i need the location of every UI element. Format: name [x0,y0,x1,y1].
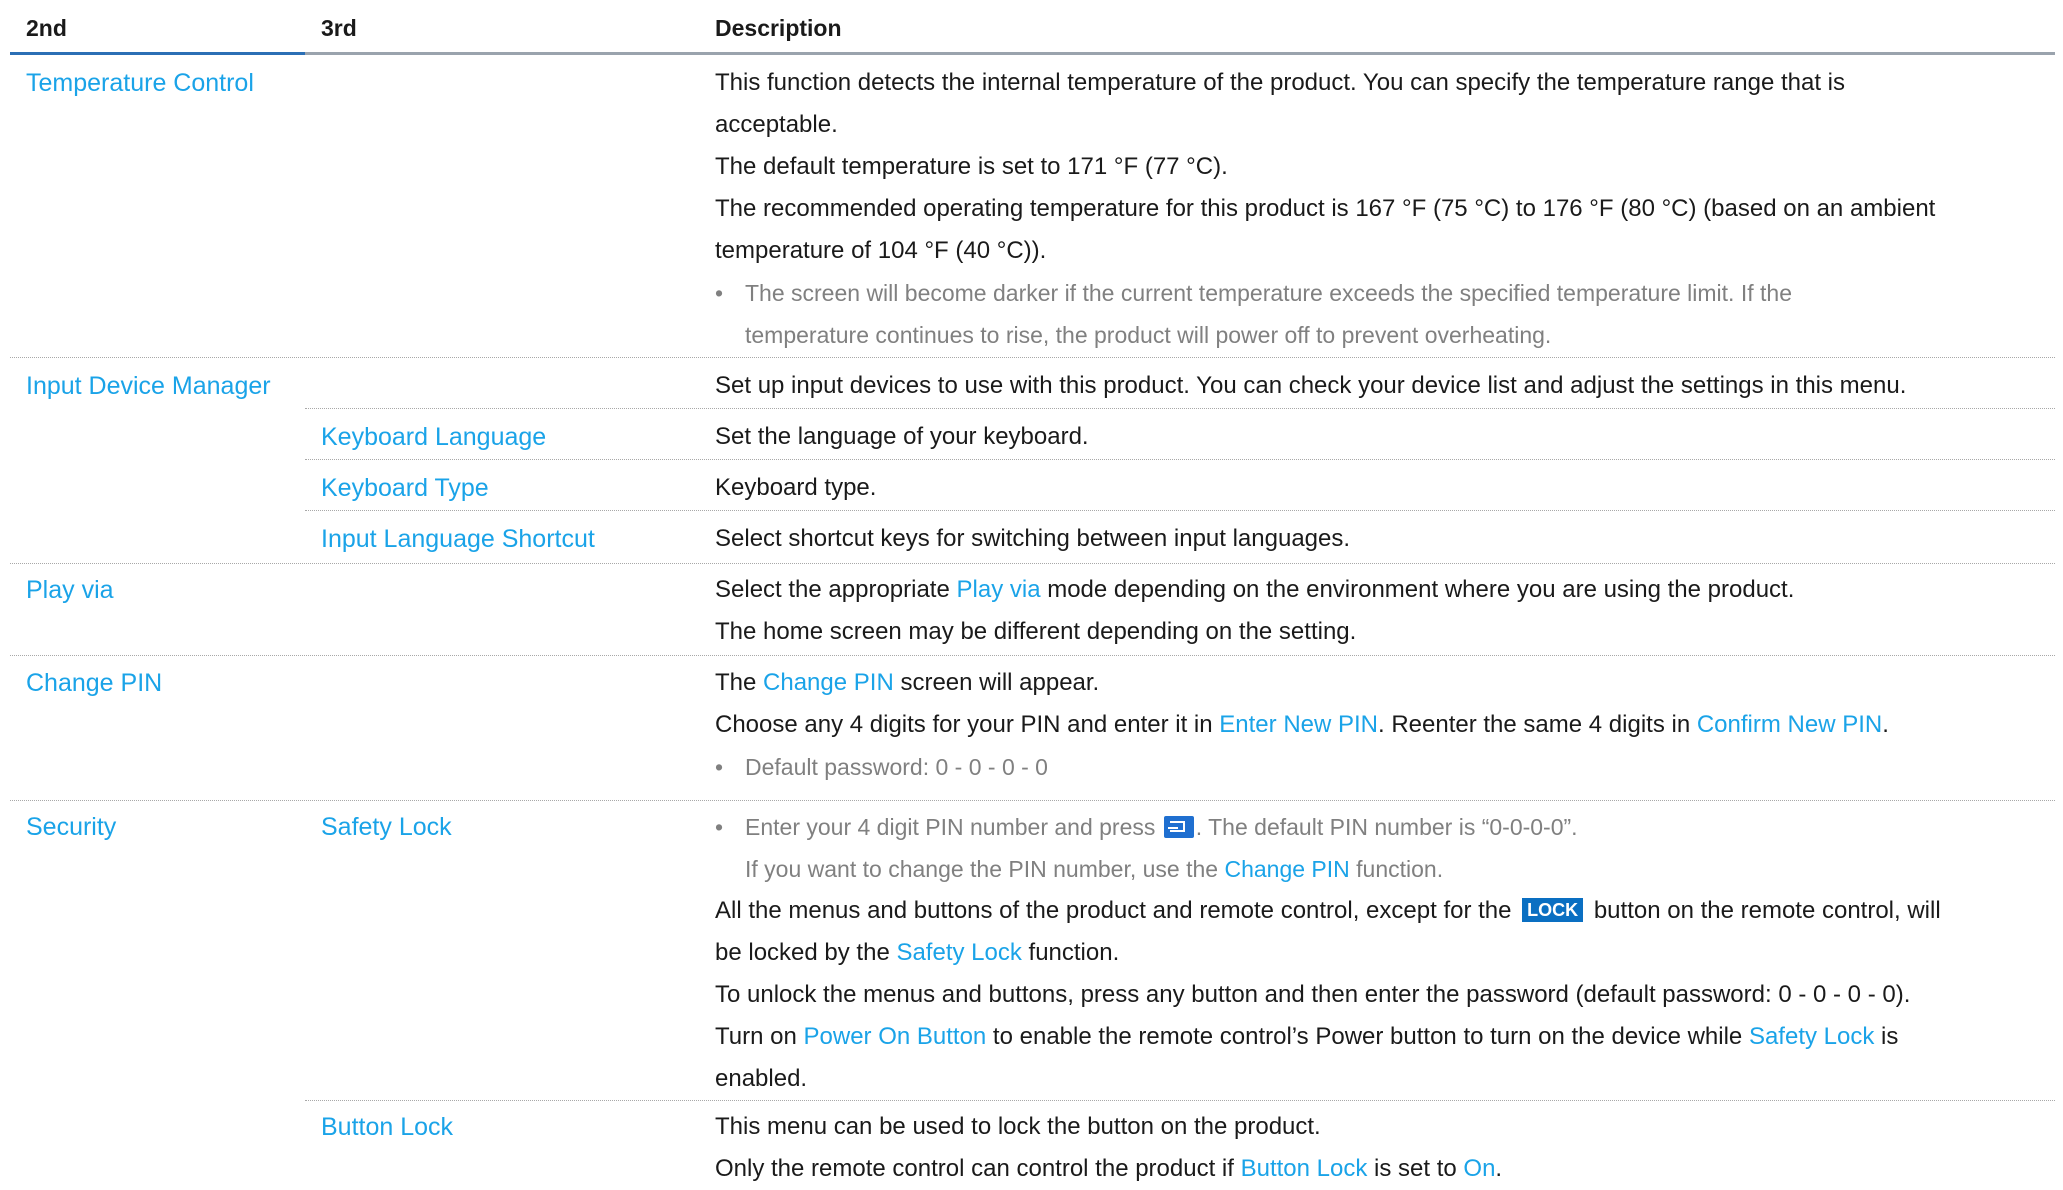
row-divider [10,655,2055,656]
safety-lock-text-1: All the menus and buttons of the product… [715,897,1941,924]
change-pin-note: • Default password: 0 - 0 - 0 - 0 [715,746,2045,788]
row-divider [10,563,2055,564]
row-divider [305,510,2055,511]
safety-lock-description: • Enter your 4 digit PIN number and press… [715,806,2045,1100]
button-lock-link[interactable]: Button Lock [1241,1155,1368,1182]
button-lock-text-1: This menu can be used to lock the button… [715,1113,1321,1140]
safety-lock-note-1: • Enter your 4 digit PIN number and press… [715,806,2045,848]
menu-button-lock[interactable]: Button Lock [321,1106,453,1148]
bullet-icon: • [715,814,724,840]
power-on-button-link[interactable]: Power On Button [804,1023,987,1050]
lock-button-badge: LOCK [1522,898,1584,922]
menu-play-via[interactable]: Play via [26,569,114,611]
menu-security[interactable]: Security [26,806,116,848]
safety-lock-link[interactable]: Safety Lock [896,939,1021,966]
input-device-description: Set up input devices to use with this pr… [715,372,1907,399]
enter-new-pin-link[interactable]: Enter New PIN [1219,711,1378,738]
temperature-text-1b: acceptable. [715,111,838,138]
menu-keyboard-type[interactable]: Keyboard Type [321,467,489,509]
keyboard-type-description: Keyboard type. [715,474,877,501]
menu-safety-lock[interactable]: Safety Lock [321,806,452,848]
temperature-text-2: The default temperature is set to 171 °F… [715,153,1228,180]
play-via-text-2: The home screen may be different dependi… [715,618,1357,645]
temperature-description: This function detects the internal tempe… [715,62,2045,356]
safety-lock-text-5: enabled. [715,1065,808,1092]
temperature-note: • The screen will become darker if the cu… [715,272,2045,314]
safety-lock-text-2: be locked by the Safety Lock function. [715,939,1120,966]
change-pin-description: The Change PIN screen will appear. Choos… [715,662,2045,788]
change-pin-text-1: The Change PIN screen will appear. [715,669,1100,696]
temperature-text-3: The recommended operating temperature fo… [715,195,1936,222]
bullet-icon: • [715,754,724,780]
bullet-icon: • [715,280,724,306]
row-divider [305,459,2055,460]
temperature-text-1: This function detects the internal tempe… [715,69,1846,96]
column-header-description: Description [715,15,842,41]
change-pin-link[interactable]: Change PIN [1224,856,1349,882]
menu-keyboard-language[interactable]: Keyboard Language [321,416,546,458]
button-lock-text-2: Only the remote control can control the … [715,1155,1503,1182]
enter-key-icon [1163,816,1194,838]
column-header-2nd: 2nd [26,15,67,41]
menu-input-language-shortcut[interactable]: Input Language Shortcut [321,518,595,560]
input-language-shortcut-description: Select shortcut keys for switching betwe… [715,525,1351,552]
column-header-3rd: 3rd [321,15,357,41]
play-via-description: Select the appropriate Play via mode dep… [715,569,2045,653]
menu-change-pin[interactable]: Change PIN [26,662,162,704]
play-via-text-1: Select the appropriate Play via mode dep… [715,576,1795,603]
temperature-text-3b: temperature of 104 °F (40 °C)). [715,237,1047,264]
safety-lock-link[interactable]: Safety Lock [1749,1023,1874,1050]
safety-lock-note-2: If you want to change the PIN number, us… [745,856,1444,882]
settings-table-page: { "header": { "col1": "2nd", "col2": "3r… [0,0,2063,1186]
menu-temperature-control[interactable]: Temperature Control [26,62,254,104]
safety-lock-text-4: Turn on Power On Button to enable the re… [715,1023,1899,1050]
temperature-note-cont: temperature continues to rise, the produ… [745,322,1552,348]
menu-input-device-manager[interactable]: Input Device Manager [26,365,271,407]
on-option-link[interactable]: On [1463,1155,1495,1182]
button-lock-description: This menu can be used to lock the button… [715,1106,2045,1190]
row-divider [305,408,2055,409]
row-divider [10,357,2055,358]
change-pin-link[interactable]: Change PIN [763,669,894,696]
change-pin-text-2: Choose any 4 digits for your PIN and ent… [715,711,1889,738]
confirm-new-pin-link[interactable]: Confirm New PIN [1697,711,1882,738]
keyboard-language-description: Set the language of your keyboard. [715,423,1089,450]
play-via-link[interactable]: Play via [957,576,1041,603]
safety-lock-text-3: To unlock the menus and buttons, press a… [715,981,1911,1008]
row-divider [305,1100,2055,1101]
row-divider [10,800,2055,801]
header-divider [10,52,2055,55]
